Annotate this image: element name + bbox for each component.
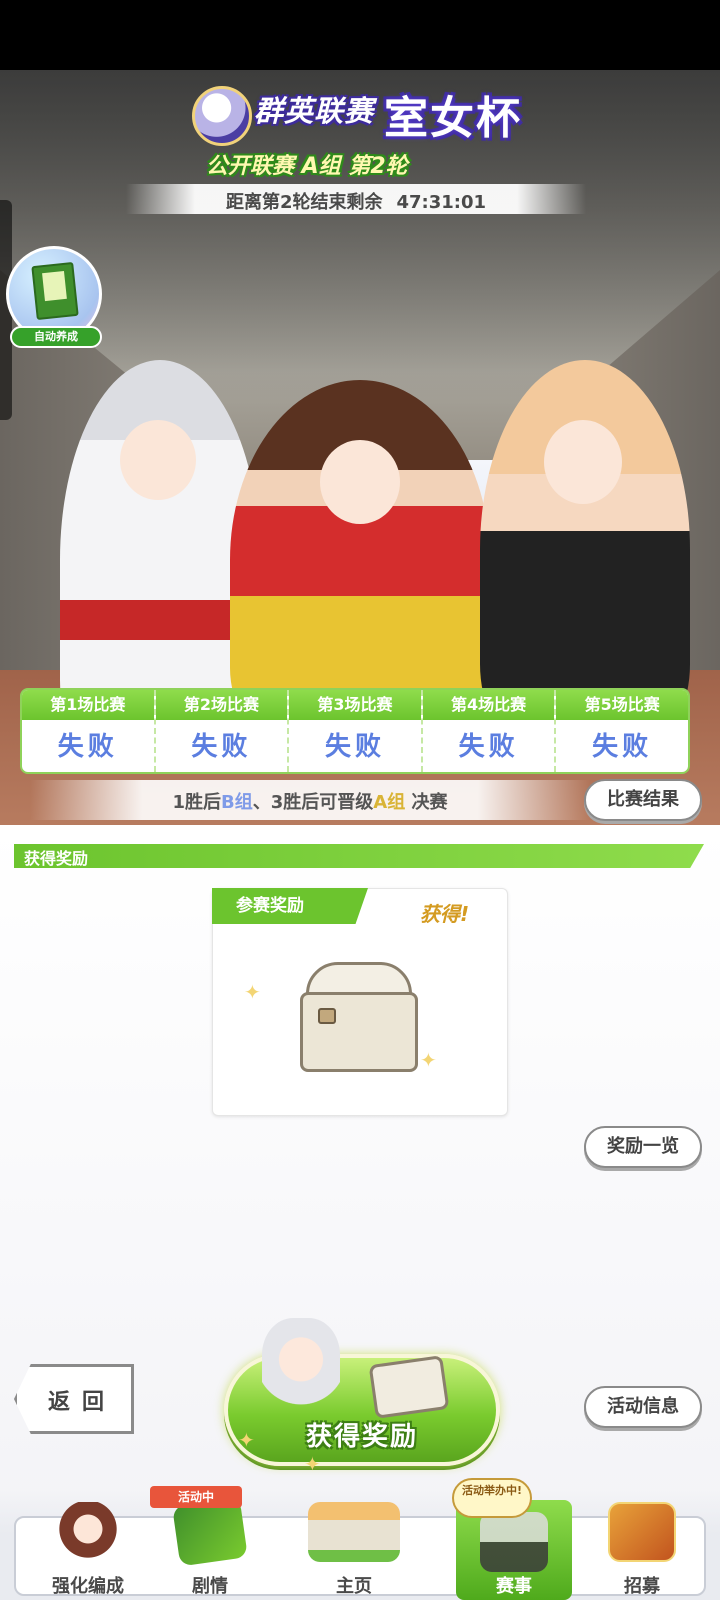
league-title: 群英联赛 (254, 94, 375, 128)
book-icon (31, 261, 79, 321)
character-portrait-icon (54, 1502, 122, 1562)
sparkle-icon: ✦ (304, 1452, 321, 1476)
match-result-2: 第2场比赛 失败 (155, 690, 290, 772)
nav-label: 强化编成 (52, 1576, 124, 1597)
countdown-label: 距离第2轮结束剩余 (225, 192, 383, 213)
match-result-5: 第5场比赛 失败 (556, 690, 688, 772)
match-header: 第2场比赛 (155, 690, 288, 720)
promo-group-b: B组 (221, 792, 253, 813)
cup-title: 室女杯 (384, 93, 522, 144)
match-outcome: 失败 (324, 732, 385, 762)
match-header: 第1场比赛 (22, 690, 154, 720)
league-subtitle: 公开联赛 A组 第2轮 (206, 154, 408, 179)
nav-label: 主页 (336, 1576, 372, 1597)
promo-part-3: 决赛 (405, 792, 448, 813)
race-event-bubble: 活动举办中! (452, 1478, 532, 1518)
reward-chest-icon (300, 962, 418, 1074)
reward-card-label: 参赛奖励 (212, 888, 368, 924)
promo-part-1: 1胜后 (172, 792, 222, 813)
school-building-icon (308, 1502, 400, 1562)
match-result-1: 第1场比赛 失败 (22, 690, 156, 772)
race-gate-icon (480, 1512, 548, 1572)
recruit-card-icon (608, 1502, 676, 1562)
reward-obtained-label: 获得! (420, 902, 470, 926)
promo-group-a: A组 (373, 792, 406, 813)
character-right (480, 360, 690, 740)
match-result-4: 第4场比赛 失败 (422, 690, 557, 772)
match-results-table: 第1场比赛 失败 第2场比赛 失败 第3场比赛 失败 第4场比赛 失败 第5场比… (20, 688, 690, 774)
character-middle (230, 380, 490, 740)
match-header: 第3场比赛 (289, 690, 421, 720)
auto-train-button[interactable]: 自动养成 (4, 246, 108, 350)
auto-train-label: 自动养成 (10, 326, 102, 348)
reward-list-button[interactable]: 奖励一览 (584, 1126, 702, 1168)
chest-icon (368, 1355, 450, 1419)
reward-section-header: 获得奖励 (14, 844, 704, 868)
reward-header-bar (14, 844, 704, 868)
countdown-text: 距离第2轮结束剩余 47:31:01 (126, 188, 586, 214)
countdown-time: 47:31:01 (396, 192, 487, 213)
promotion-text: 1胜后B组、3胜后可晋级A组 决赛 (30, 788, 590, 814)
match-header: 第4场比赛 (422, 690, 555, 720)
nav-item-enhance[interactable]: 强化编成 (20, 1490, 156, 1598)
match-header: 第5场比赛 (556, 690, 688, 720)
match-outcome: 失败 (458, 732, 519, 762)
nav-label: 招募 (624, 1576, 660, 1597)
sparkle-icon: ✦ (238, 1428, 255, 1452)
match-outcome: 失败 (191, 732, 252, 762)
promo-part-2: 、3胜后可晋级 (252, 792, 374, 813)
match-outcome: 失败 (57, 732, 118, 762)
match-results-button[interactable]: 比赛结果 (584, 779, 702, 821)
nav-item-recruit[interactable]: 招募 (574, 1490, 710, 1598)
match-result-3: 第3场比赛 失败 (289, 690, 423, 772)
nav-label: 剧情 (192, 1576, 228, 1597)
sparkle-icon: ✦ (244, 980, 261, 1004)
claim-reward-label: 获得奖励 (305, 1422, 418, 1452)
nav-label: 赛事 (496, 1576, 532, 1597)
league-emblem-icon (192, 86, 252, 146)
story-active-tag: 活动中 (150, 1486, 242, 1508)
status-bar (0, 0, 720, 70)
nav-item-home[interactable]: 主页 (286, 1490, 422, 1598)
match-outcome: 失败 (592, 732, 653, 762)
reward-section-title: 获得奖励 (24, 849, 89, 868)
back-button-label: 返回 (48, 1390, 117, 1415)
event-info-button[interactable]: 活动信息 (584, 1386, 702, 1428)
sparkle-icon: ✦ (420, 1048, 437, 1072)
chibi-character-icon (262, 1318, 340, 1410)
